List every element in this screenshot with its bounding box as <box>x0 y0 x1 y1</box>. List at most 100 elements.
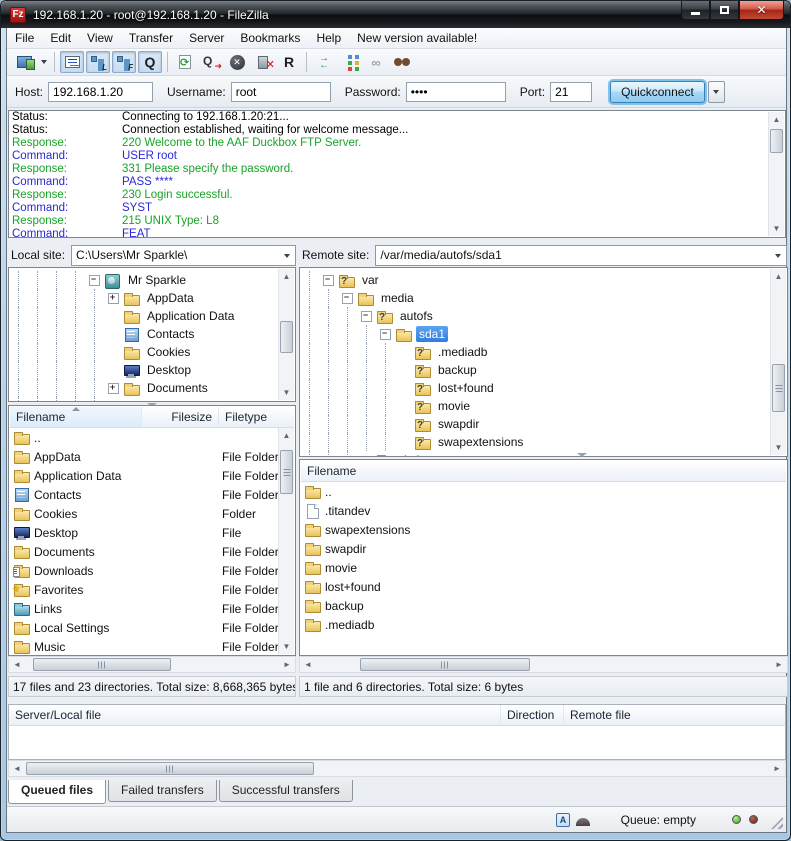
column-header-filename[interactable]: Filename <box>301 461 786 481</box>
tree-item-movie[interactable]: ? movie <box>300 397 770 415</box>
tree-item-mediadb[interactable]: ? .mediadb <box>300 343 770 361</box>
tree-item-cookies[interactable]: Cookies <box>9 343 278 361</box>
collapse-icon[interactable] <box>376 325 395 343</box>
menu-server[interactable]: Server <box>181 28 232 48</box>
file-row[interactable]: lost+found <box>301 577 786 596</box>
file-row[interactable]: MusicFile Folder <box>10 637 278 655</box>
tree-item-dvd[interactable]: ? dvd <box>300 451 770 456</box>
tree-item-mr-sparkle[interactable]: Mr Sparkle <box>9 271 278 289</box>
tree-item-autofs[interactable]: ? autofs <box>300 307 770 325</box>
tree-item-backup[interactable]: ? backup <box>300 361 770 379</box>
scroll-left-icon[interactable]: ◄ <box>9 761 25 776</box>
collapse-icon[interactable] <box>357 307 376 325</box>
menu-new-version[interactable]: New version available! <box>349 28 485 48</box>
column-header-filetype[interactable]: Filetype <box>219 407 294 427</box>
file-row[interactable]: backup <box>301 596 786 615</box>
tab-failed-transfers[interactable]: Failed transfers <box>108 780 217 802</box>
tree-item-media[interactable]: media <box>300 289 770 307</box>
local-file-list[interactable]: Filename Filesize Filetype .. AppDataFil… <box>8 405 296 656</box>
port-input[interactable] <box>550 82 592 102</box>
column-header-filename[interactable]: Filename <box>10 407 142 427</box>
file-row[interactable]: DocumentsFile Folder <box>10 542 278 561</box>
menu-help[interactable]: Help <box>308 28 349 48</box>
tree-item-downloads[interactable]: Downloads <box>9 397 278 401</box>
message-log[interactable]: Status:Connecting to 192.168.1.20:21... … <box>8 110 786 238</box>
scroll-left-icon[interactable]: ◄ <box>300 657 316 672</box>
local-site-combo[interactable]: C:\Users\Mr Sparkle\ <box>71 245 296 266</box>
refresh-button[interactable] <box>173 51 197 73</box>
file-row[interactable]: Local SettingsFile Folder <box>10 618 278 637</box>
toggle-local-tree-button[interactable]: L <box>86 51 110 73</box>
tree-item-swapdir[interactable]: ? swapdir <box>300 415 770 433</box>
remote-file-list[interactable]: Filename .. .titandev swapextensions swa… <box>299 459 788 656</box>
toggle-remote-tree-button[interactable]: F <box>112 51 136 73</box>
menu-transfer[interactable]: Transfer <box>121 28 181 48</box>
disconnect-button[interactable] <box>251 51 275 73</box>
local-tree-pane[interactable]: Mr Sparkle AppData Application Data <box>8 267 296 402</box>
tree-item-appdata[interactable]: AppData <box>9 289 278 307</box>
password-input[interactable] <box>406 82 506 102</box>
tree-item-sda1[interactable]: sda1 <box>300 325 770 343</box>
file-row[interactable]: .. <box>301 482 786 501</box>
file-row[interactable]: FavoritesFile Folder <box>10 580 278 599</box>
log-vertical-scrollbar[interactable]: ▲ ▼ <box>768 112 784 236</box>
queue-body[interactable] <box>8 726 786 760</box>
speed-limits-icon[interactable] <box>576 818 590 826</box>
file-row[interactable]: ContactsFile Folder <box>10 485 278 504</box>
scroll-down-icon[interactable]: ▼ <box>279 639 294 654</box>
tab-queued-files[interactable]: Queued files <box>8 780 106 804</box>
file-row[interactable]: LinksFile Folder <box>10 599 278 618</box>
tree-item-application-data[interactable]: Application Data <box>9 307 278 325</box>
quickconnect-dropdown[interactable] <box>708 81 725 103</box>
toggle-queue-button[interactable]: Q <box>138 51 162 73</box>
tree-item-var[interactable]: ? var <box>300 271 770 289</box>
scroll-right-icon[interactable]: ► <box>279 657 295 672</box>
remote-tree-pane[interactable]: ? var media ? autofs <box>299 267 788 457</box>
collapse-icon[interactable] <box>319 271 338 289</box>
column-header-server-local-file[interactable]: Server/Local file <box>9 705 501 725</box>
host-input[interactable] <box>48 82 153 102</box>
username-input[interactable] <box>231 82 331 102</box>
file-row[interactable]: .. <box>10 428 278 447</box>
expand-icon[interactable] <box>104 289 123 307</box>
file-row[interactable]: DesktopFile <box>10 523 278 542</box>
column-header-direction[interactable]: Direction <box>501 705 564 725</box>
column-header-remote-file[interactable]: Remote file <box>564 705 785 725</box>
scroll-up-icon[interactable]: ▲ <box>279 269 294 284</box>
file-row[interactable]: swapextensions <box>301 520 786 539</box>
tree-item-documents[interactable]: Documents <box>9 379 278 397</box>
reconnect-button[interactable]: R <box>277 51 301 73</box>
menu-file[interactable]: File <box>7 28 42 48</box>
menu-bookmarks[interactable]: Bookmarks <box>232 28 308 48</box>
collapse-icon[interactable] <box>85 271 104 289</box>
minimize-button[interactable] <box>681 1 710 20</box>
site-manager-button[interactable] <box>12 51 36 73</box>
scroll-up-icon[interactable]: ▲ <box>771 269 786 284</box>
local-list-vertical-scrollbar[interactable]: ▲ ▼ <box>278 428 294 654</box>
scroll-right-icon[interactable]: ► <box>771 657 787 672</box>
quickconnect-button[interactable]: Quickconnect <box>610 81 705 103</box>
scroll-up-icon[interactable]: ▲ <box>279 428 294 443</box>
remote-splitter-collapse-icon[interactable] <box>577 453 587 457</box>
file-row[interactable]: swapdir <box>301 539 786 558</box>
remote-site-combo[interactable]: /var/media/autofs/sda1 <box>375 245 787 266</box>
local-list-horizontal-scrollbar[interactable]: ◄ ► <box>8 656 296 673</box>
close-button[interactable]: ✕ <box>739 1 784 20</box>
toggle-message-log-button[interactable] <box>60 51 84 73</box>
remote-list-horizontal-scrollbar[interactable]: ◄ ► <box>299 656 788 673</box>
title-bar[interactable]: Fz 192.168.1.20 - root@192.168.1.20 - Fi… <box>1 1 791 28</box>
scroll-down-icon[interactable]: ▼ <box>279 385 294 400</box>
menu-view[interactable]: View <box>79 28 121 48</box>
remote-tree-vertical-scrollbar[interactable]: ▲ ▼ <box>770 269 786 455</box>
local-tree-vertical-scrollbar[interactable]: ▲ ▼ <box>278 269 294 400</box>
process-queue-button[interactable]: Q <box>199 51 223 73</box>
file-row[interactable]: .mediadb <box>301 615 786 634</box>
expand-icon[interactable] <box>104 397 123 401</box>
tree-item-desktop[interactable]: Desktop <box>9 361 278 379</box>
tree-item-swapextensions[interactable]: ? swapextensions <box>300 433 770 451</box>
collapse-icon[interactable] <box>338 289 357 307</box>
scroll-right-icon[interactable]: ► <box>769 761 785 776</box>
file-row[interactable]: movie <box>301 558 786 577</box>
directory-comparison-arrows-button[interactable]: →← <box>312 51 336 73</box>
cancel-button[interactable]: ✕ <box>225 51 249 73</box>
